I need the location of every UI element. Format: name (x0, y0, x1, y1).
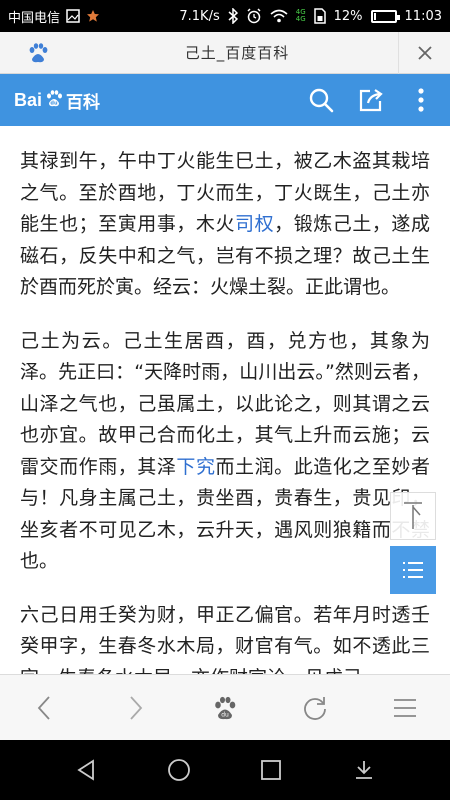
paragraph-3: 六己日用壬癸为财，甲正乙偏官。若年月时透壬癸甲字，生春冬水木局，财官有气。如不透… (20, 600, 430, 675)
status-bar: 中国电信 7.1K/s 4G 4G 12% 11:03 (0, 0, 450, 32)
back-icon[interactable] (15, 678, 75, 738)
link-sichuan[interactable]: 司权 (235, 213, 274, 235)
baike-header: Bai du 百科 (0, 74, 450, 126)
svg-text:du: du (221, 711, 229, 718)
link-xiajiu[interactable]: 下究 (176, 456, 215, 478)
forward-icon[interactable] (105, 678, 165, 738)
search-icon[interactable] (306, 85, 336, 115)
paragraph-2: 己土为云。己土生居酉，酉，兑方也，其象为泽。先正曰：“天降时雨，山川出云。”然则… (20, 326, 430, 578)
alarm-icon (246, 8, 262, 24)
sim-icon (313, 8, 326, 24)
star-icon (86, 9, 100, 23)
logo-text-baike: 百科 (66, 92, 101, 112)
paragraph-text: 六己日用壬癸为财，甲正乙偏官。若年月时透壬癸甲字，生春冬水木局，财官有气。如不透… (20, 603, 430, 675)
baidu-paw-icon[interactable]: du (195, 678, 255, 738)
nav-home-icon[interactable] (154, 745, 204, 795)
baike-logo[interactable]: Bai du 百科 (14, 88, 100, 113)
title-bar: 己土_百度百科 (0, 31, 450, 74)
back-to-top-button[interactable] (390, 492, 436, 540)
battery-icon (370, 9, 400, 23)
network-speed: 7.1K/s (179, 8, 220, 24)
refresh-icon[interactable] (285, 678, 345, 738)
more-vertical-icon[interactable] (406, 85, 436, 115)
carrier-name: 中国电信 (8, 10, 61, 26)
browser-toolbar: du (0, 674, 450, 740)
back-to-top-icon (404, 502, 422, 529)
baidu-paw-logo-icon: du (44, 88, 64, 113)
nav-recents-icon[interactable] (246, 745, 296, 795)
signal-4g-icon: 4G 4G (295, 8, 306, 23)
list-icon (403, 562, 423, 578)
nav-back-icon[interactable] (61, 745, 111, 795)
battery-percent: 12% (333, 8, 363, 24)
close-icon[interactable] (398, 31, 450, 74)
svg-text:du: du (50, 100, 58, 106)
baidu-paw-icon[interactable] (0, 32, 76, 74)
paragraph-1: 其禄到午，午中丁火能生巳土，被乙木盗其栽培之气。至於酉地，丁火而生，丁火既生，己… (20, 146, 430, 304)
image-notification-icon (66, 9, 80, 23)
clock: 11:03 (404, 8, 442, 24)
logo-text-bai: Bai (14, 89, 43, 110)
page-title: 己土_百度百科 (184, 44, 290, 62)
share-icon[interactable] (356, 85, 386, 115)
nav-notification-icon[interactable] (339, 745, 389, 795)
bluetooth-icon (228, 8, 238, 24)
table-of-contents-button[interactable] (390, 546, 436, 594)
menu-icon[interactable] (375, 678, 435, 738)
wifi-icon (270, 9, 288, 23)
article-content: 其禄到午，午中丁火能生巳土，被乙木盗其栽培之气。至於酉地，丁火而生，丁火既生，己… (0, 126, 450, 674)
android-nav-bar (0, 740, 450, 800)
